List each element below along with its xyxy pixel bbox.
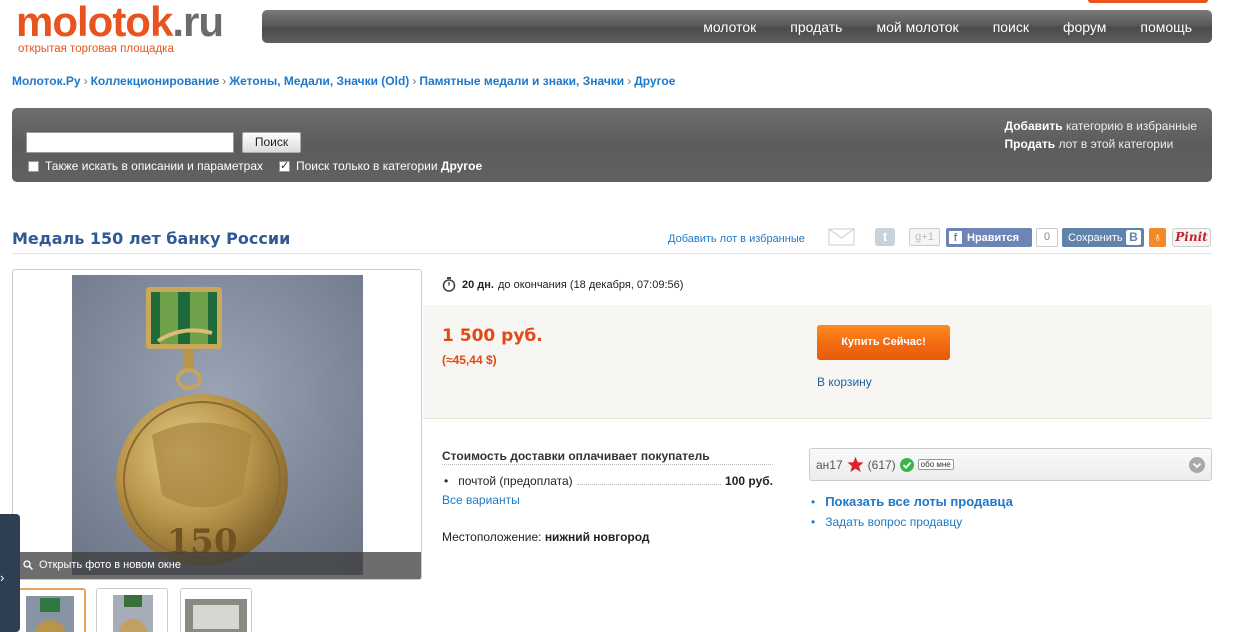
photo-box: 150 Открыть фото в новом окне — [12, 269, 422, 580]
breadcrumb-item-collecting[interactable]: Коллекционирование — [91, 74, 220, 88]
lot-location: Местоположение: нижний новгород — [442, 530, 650, 544]
location-value: нижний новгород — [544, 530, 650, 544]
breadcrumb-item-medals[interactable]: Памятные медали и знаки, Значки — [419, 74, 624, 88]
bullet-icon: • — [444, 474, 449, 488]
category-actions: Добавить категорию в избранные Продать л… — [1005, 117, 1197, 153]
breadcrumb-item-other[interactable]: Другое — [634, 74, 675, 88]
search-panel: Поиск Также искать в описании и параметр… — [12, 108, 1212, 182]
search-category-name: Другое — [440, 159, 483, 173]
photo-thumbnail[interactable] — [96, 588, 168, 632]
odnoklassniki-icon[interactable]: ♁ — [1149, 228, 1166, 247]
vk-save-button[interactable]: Сохранить B — [1062, 228, 1144, 247]
header-orange-stub — [1088, 0, 1208, 3]
verified-check-icon — [899, 457, 914, 472]
sell-in-category[interactable]: Продать лот в этой категории — [1005, 135, 1197, 153]
search-in-description-checkbox[interactable] — [28, 160, 39, 172]
buy-now-button[interactable]: Купить Сейчас! — [817, 325, 950, 360]
top-navigation: молоток продать мой молоток поиск форум … — [262, 10, 1212, 43]
google-plus-button[interactable]: g+1 — [909, 228, 940, 246]
mail-icon[interactable] — [828, 228, 855, 246]
shipping-header: Стоимость доставки оплачивает покупатель — [442, 449, 773, 465]
site-logo[interactable]: molotok.ru открытая торговая площадка — [16, 0, 224, 55]
add-lot-to-favorites-link[interactable]: Добавить лот в избранные — [668, 233, 805, 245]
search-in-category-option[interactable]: Поиск только в категории Другое — [279, 159, 482, 173]
lot-title: Медаль 150 лет банку России — [12, 229, 291, 248]
search-in-category-checkbox[interactable] — [279, 159, 290, 172]
nav-molotok[interactable]: молоток — [703, 19, 756, 35]
location-label: Местоположение: — [442, 530, 542, 544]
seller-links: • Показать все лоты продавца • Задать вопр… — [809, 492, 1013, 532]
nav-forum[interactable]: форум — [1063, 19, 1106, 35]
medal-photo-image: 150 — [72, 275, 363, 575]
logo-main-text: molotok — [16, 0, 173, 45]
vk-icon: B — [1126, 230, 1141, 245]
ask-seller-question-link[interactable]: Задать вопрос продавцу — [825, 512, 962, 532]
pinterest-pinit-button[interactable]: Pinit — [1172, 228, 1211, 247]
about-me-badge[interactable]: обо мне — [917, 459, 954, 470]
photo-thumbnail[interactable] — [14, 588, 86, 632]
nav-my-molotok[interactable]: мой молоток — [876, 19, 958, 35]
lot-price: 1 500 руб. — [442, 326, 543, 346]
facebook-icon: f — [949, 231, 962, 244]
show-all-seller-lots-link[interactable]: Показать все лоты продавца — [825, 492, 1013, 512]
seller-name[interactable]: ан17 — [816, 458, 843, 472]
lot-price-usd: (≈45,44 $) — [442, 353, 497, 367]
seller-rating[interactable]: (617) — [868, 458, 896, 472]
photo-thumbnail[interactable] — [180, 588, 252, 632]
title-divider — [12, 253, 1212, 254]
facebook-like-label: Нравится — [967, 231, 1020, 244]
stopwatch-icon — [442, 277, 456, 292]
shipping-method: почтой (предоплата) — [458, 474, 573, 488]
twitter-icon[interactable]: t — [875, 228, 895, 246]
all-shipping-variants-link[interactable]: Все варианты — [442, 493, 520, 507]
star-icon — [847, 456, 864, 472]
side-tab-arrow-icon: › — [0, 570, 5, 585]
search-input[interactable] — [26, 132, 234, 153]
breadcrumb: Молоток.Ру › Коллекционирование › Жетоны, Ме… — [12, 74, 676, 88]
add-category-to-favorites[interactable]: Добавить категорию в избранные — [1005, 117, 1197, 135]
vk-save-label: Сохранить — [1068, 231, 1123, 244]
shipping-cost: 100 руб. — [725, 474, 773, 488]
chevron-down-icon[interactable] — [1189, 457, 1205, 473]
open-photo-label: Открыть фото в новом окне — [39, 559, 181, 571]
nav-search[interactable]: поиск — [993, 19, 1029, 35]
side-feedback-tab[interactable]: › — [0, 514, 20, 632]
time-left: 20 дн. до окончания (18 декабря, 07:09:5… — [442, 277, 683, 292]
search-in-description-option[interactable]: Также искать в описании и параметрах — [28, 159, 263, 173]
time-left-days: 20 дн. — [462, 278, 494, 291]
facebook-like-button[interactable]: f Нравится — [946, 228, 1032, 247]
breadcrumb-item-tokens[interactable]: Жетоны, Медали, Значки (Old) — [229, 74, 409, 88]
nav-sell[interactable]: продать — [790, 19, 842, 35]
shipping-option: • почтой (предоплата) 100 руб. — [442, 474, 773, 488]
logo-suffix: .ru — [172, 0, 224, 45]
search-in-category-label: Поиск только в категории — [296, 159, 438, 173]
search-button[interactable]: Поиск — [242, 132, 301, 153]
add-to-cart-link[interactable]: В корзину — [817, 375, 872, 389]
price-box: 1 500 руб. (≈45,44 $) Купить Сейчас! В к… — [423, 305, 1212, 419]
breadcrumb-item-home[interactable]: Молоток.Ру — [12, 74, 81, 88]
search-in-description-label: Также искать в описании и параметрах — [45, 159, 264, 173]
lot-photo[interactable]: 150 — [72, 275, 363, 575]
time-left-details: до окончания (18 декабря, 07:09:56) — [497, 278, 684, 291]
nav-help[interactable]: помощь — [1140, 19, 1192, 35]
open-photo-new-window[interactable]: Открыть фото в новом окне — [13, 552, 421, 579]
facebook-like-count: 0 — [1036, 228, 1058, 247]
magnifier-icon — [23, 560, 33, 570]
seller-box[interactable]: ан17 (617) обо мне — [809, 448, 1212, 481]
